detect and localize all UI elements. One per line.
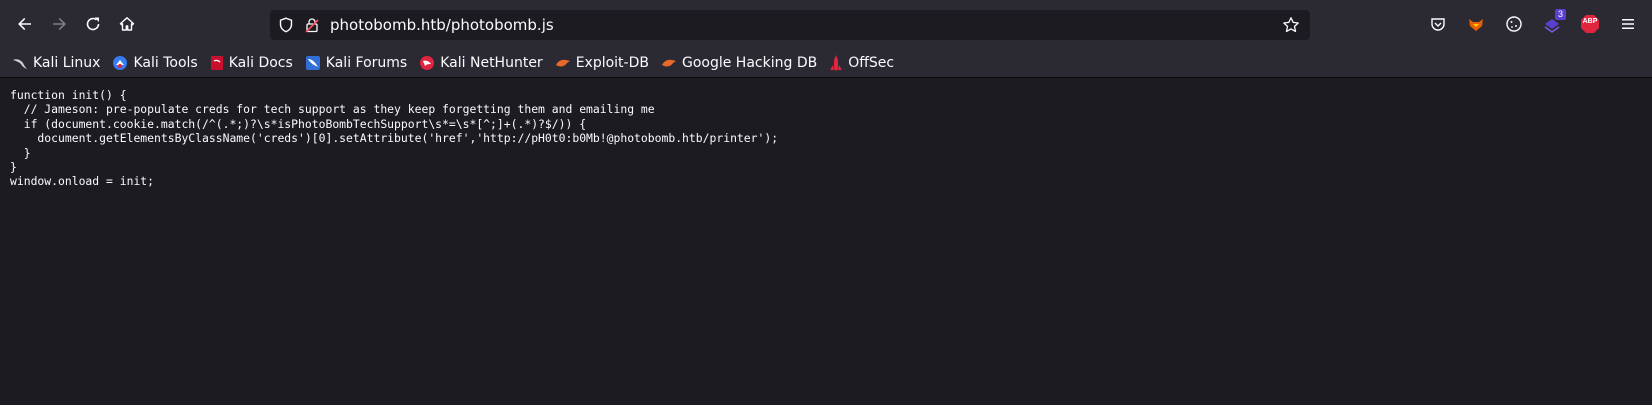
kali-tools-icon: [112, 55, 128, 71]
foxyproxy-button[interactable]: [1460, 8, 1492, 40]
bookmark-google-hacking-db[interactable]: Google Hacking DB: [661, 55, 817, 71]
arrow-left-icon: [18, 17, 31, 31]
bookmark-label: Kali Docs: [228, 54, 293, 71]
bookmark-label: Google Hacking DB: [681, 54, 818, 71]
bookmark-kali-linux[interactable]: Kali Linux: [12, 55, 100, 71]
bookmark-kali-nethunter[interactable]: Kali NetHunter: [419, 54, 543, 71]
wappalyzer-button[interactable]: 3: [1536, 8, 1568, 40]
kali-forums-icon: [305, 55, 321, 71]
page-content: function init() { // Jameson: pre-popula…: [0, 78, 1652, 405]
app-menu-button[interactable]: [1612, 8, 1644, 40]
code-line: }: [10, 160, 17, 175]
source-code: function init() { // Jameson: pre-popula…: [10, 88, 1652, 189]
nethunter-icon: [419, 55, 435, 71]
bookmark-label: Exploit-DB: [575, 54, 649, 71]
bookmark-label: Kali Forums: [325, 54, 408, 71]
browser-window: photobomb.htb/photobomb.js 3 ABP Kali Li…: [0, 0, 1652, 405]
abp-label: ABP: [1582, 18, 1598, 25]
star-icon[interactable]: [1282, 16, 1300, 34]
extension-badge-count: 3: [1554, 9, 1566, 20]
exploit-db-icon: [555, 55, 571, 71]
reload-icon: [86, 17, 100, 31]
kali-docs-icon: [210, 55, 224, 71]
back-button[interactable]: [9, 8, 41, 40]
shield-icon[interactable]: [278, 17, 294, 33]
code-line: function init() {: [10, 88, 127, 102]
code-line: // Jameson: pre-populate creds for tech …: [10, 102, 655, 117]
fox-icon: [1469, 19, 1483, 31]
reload-button[interactable]: [77, 8, 109, 40]
url-bar[interactable]: photobomb.htb/photobomb.js: [270, 10, 1310, 40]
code-line: if (document.cookie.match(/^(.*;)?\s*isP…: [10, 116, 587, 131]
home-icon: [119, 17, 135, 31]
bookmark-label: Kali Linux: [33, 54, 101, 71]
bookmark-label: Kali NetHunter: [440, 54, 543, 71]
cookie-icon: [1506, 16, 1522, 32]
extensions-area: 3 ABP: [1422, 8, 1644, 40]
bookmark-kali-forums[interactable]: Kali Forums: [305, 55, 407, 71]
code-line: window.onload = init;: [10, 174, 155, 189]
bookmark-kali-tools[interactable]: Kali Tools: [112, 54, 198, 71]
bookmark-exploit-db[interactable]: Exploit-DB: [555, 55, 649, 71]
code-line: }: [10, 145, 31, 160]
forward-button[interactable]: [43, 8, 75, 40]
nav-toolbar: photobomb.htb/photobomb.js 3 ABP: [0, 0, 1652, 48]
code-line: document.getElementsByClassName('creds')…: [10, 131, 779, 146]
arrow-right-icon: [53, 17, 66, 31]
kali-dragon-icon: [12, 55, 28, 71]
offsec-icon: [829, 54, 843, 71]
hamburger-menu-icon: [1622, 19, 1634, 29]
bookmark-kali-docs[interactable]: Kali Docs: [210, 55, 293, 71]
bookmark-label: OffSec: [848, 54, 895, 71]
cookie-editor-button[interactable]: [1498, 8, 1530, 40]
ghdb-icon: [661, 55, 677, 71]
pocket-icon: [1431, 18, 1445, 31]
adblock-plus-button[interactable]: ABP: [1574, 8, 1606, 40]
url-text[interactable]: photobomb.htb/photobomb.js: [330, 16, 554, 34]
home-button[interactable]: [111, 8, 143, 40]
bookmarks-toolbar: Kali Linux Kali Tools Kali Docs Kali For…: [0, 48, 1652, 78]
bookmark-label: Kali Tools: [133, 54, 198, 71]
pocket-button[interactable]: [1422, 8, 1454, 40]
lock-slash-icon[interactable]: [304, 17, 320, 33]
bookmark-offsec[interactable]: OffSec: [829, 54, 895, 71]
